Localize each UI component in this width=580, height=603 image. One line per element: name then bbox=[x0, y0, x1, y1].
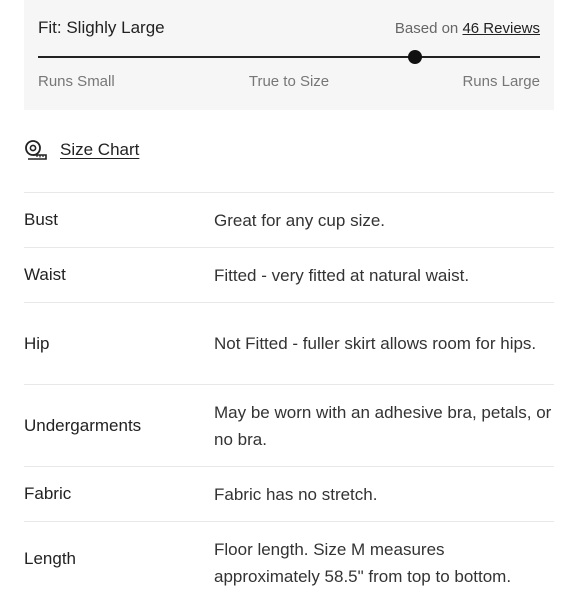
detail-row-length: Length Floor length. Size M measures app… bbox=[24, 521, 554, 603]
fit-title: Fit: Slighly Large bbox=[38, 18, 165, 37]
fit-reviews: Based on 46 Reviews bbox=[395, 20, 540, 37]
reviews-prefix: Based on bbox=[394, 20, 459, 37]
detail-label: Waist bbox=[24, 265, 66, 284]
detail-value: May be worn with an adhesive bra, petals… bbox=[214, 402, 552, 449]
detail-label: Fabric bbox=[24, 484, 72, 503]
detail-label: Undergarments bbox=[24, 415, 142, 435]
fit-scale-track bbox=[38, 50, 540, 64]
measuring-tape-icon bbox=[25, 140, 47, 160]
size-chart-link[interactable]: Size Chart bbox=[24, 139, 139, 161]
detail-label: Length bbox=[24, 549, 76, 568]
detail-label: Hip bbox=[24, 333, 50, 353]
detail-value: Not Fitted - fuller skirt allows room fo… bbox=[214, 334, 537, 353]
detail-value: Fabric has no stretch. bbox=[214, 484, 378, 504]
detail-label: Bust bbox=[24, 210, 59, 229]
size-chart-label[interactable]: Size Chart bbox=[60, 140, 139, 160]
detail-value: Floor length. Size M measures approximat… bbox=[214, 540, 512, 586]
fit-scale-marker bbox=[407, 50, 422, 64]
detail-value: Great for any cup size. bbox=[214, 210, 386, 230]
reviews-link[interactable]: 46 Reviews bbox=[462, 20, 540, 37]
detail-row-waist: Waist Fitted - very fitted at natural wa… bbox=[24, 247, 554, 302]
detail-row-fabric: Fabric Fabric has no stretch. bbox=[24, 466, 554, 521]
detail-row-hip: Hip Not Fitted - fuller skirt allows roo… bbox=[24, 302, 554, 384]
detail-row-bust: Bust Great for any cup size. bbox=[24, 192, 554, 247]
fit-summary: Fit: Slighly Large Based on 46 Reviews R… bbox=[24, 0, 554, 110]
detail-row-undergarments: Undergarments May be worn with an adhesi… bbox=[24, 384, 554, 466]
fit-details-table: Bust Great for any cup size. Waist Fitte… bbox=[24, 192, 554, 603]
detail-value: Fitted - very fitted at natural waist. bbox=[214, 265, 470, 285]
scale-label-large: Runs Large bbox=[462, 73, 540, 90]
